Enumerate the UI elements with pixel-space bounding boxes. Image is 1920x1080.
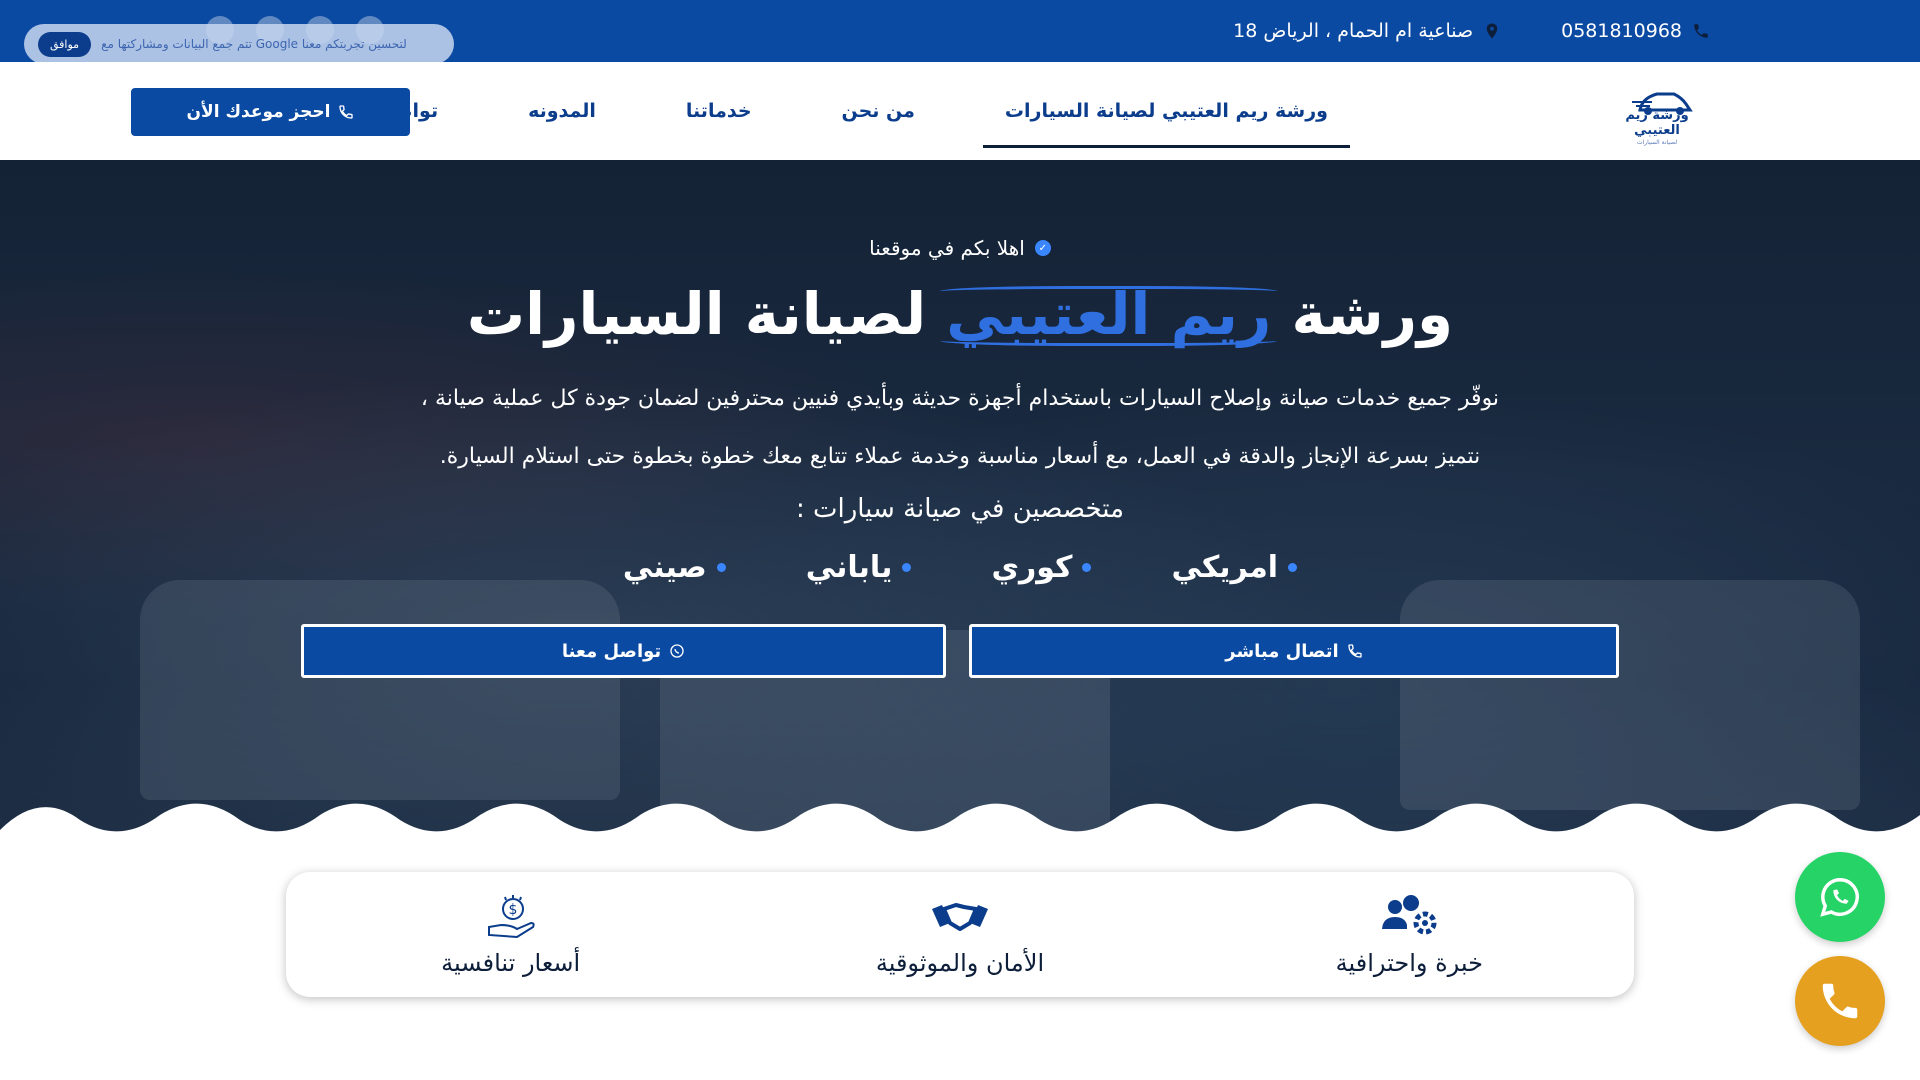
logo[interactable]: ورشة ريم العتيبي لصيانة السيارات — [1602, 80, 1712, 146]
nav-item-about[interactable]: من نحن — [820, 90, 937, 132]
bullet-icon — [1288, 563, 1298, 572]
phone-icon — [1348, 644, 1362, 658]
contact-us-button[interactable]: تواصل معنا — [301, 624, 946, 678]
call-float-button[interactable] — [1795, 956, 1885, 1046]
location-pin-icon — [1486, 23, 1498, 39]
specialty-text: متخصصين في صيانة سيارات : — [795, 494, 1125, 524]
hero-title-post: لصيانة السيارات — [466, 280, 947, 348]
book-appointment-button[interactable]: احجز موعدك الأن — [131, 88, 410, 136]
brand-list: امريكي كوري ياباني صيني — [0, 550, 1920, 585]
wave-divider — [0, 803, 1920, 860]
cookie-text: تتم جمع البيانات ومشاركتها مع Google لتح… — [101, 37, 407, 51]
feature-experience: خبرة واحترافية — [1259, 893, 1559, 977]
phone-icon — [339, 105, 354, 119]
main-nav: ورشة ريم العتيبي لصيانة السيارات من نحن … — [311, 62, 1351, 160]
hero-description-1: نوفّر جميع خدمات صيانة وإصلاح السيارات ب… — [420, 386, 1500, 411]
whatsapp-float-button[interactable] — [1795, 852, 1885, 942]
feature-label: أسعار تنافسية — [441, 948, 581, 977]
money-hand-icon: $ — [487, 894, 535, 938]
svg-text:$: $ — [508, 902, 517, 918]
check-circle-icon: ✓ — [1034, 240, 1051, 256]
brand-item: ياباني — [806, 550, 912, 585]
nav-item-home[interactable]: ورشة ريم العتيبي لصيانة السيارات — [982, 90, 1351, 148]
bullet-icon — [1082, 563, 1092, 572]
address-text: 18 صناعية ام الحمام ، الرياض — [1233, 20, 1474, 42]
brand-item: صيني — [623, 550, 726, 585]
contact-info: 18 صناعية ام الحمام ، الرياض 0581810968 — [1233, 0, 1710, 62]
bullet-icon — [716, 563, 726, 572]
whatsapp-icon — [1820, 878, 1859, 917]
feature-prices: $ أسعار تنافسية — [361, 893, 661, 977]
brand-item: امريكي — [1171, 550, 1298, 585]
handshake-icon — [931, 902, 988, 931]
direct-call-label: اتصال مباشر — [1225, 640, 1339, 662]
header: ورشة ريم العتيبي لصيانة السيارات ورشة ري… — [0, 62, 1920, 160]
phone-text[interactable]: 0581810968 — [1561, 20, 1682, 42]
users-gear-icon — [1382, 894, 1437, 934]
bullet-icon — [902, 563, 912, 572]
brand-item: كوري — [991, 550, 1092, 585]
hero-title: ورشة ريم العتيبي لصيانة السيارات — [0, 280, 1920, 348]
logo-subcaption: لصيانة السيارات — [1636, 139, 1678, 146]
hero-title-highlight: ريم العتيبي — [940, 280, 1278, 348]
whatsapp-icon — [670, 644, 684, 658]
features-card: خبرة واحترافية الأمان والموثوقية $ أسعار… — [286, 872, 1634, 997]
feature-label: الأمان والموثوقية — [875, 948, 1045, 977]
direct-call-button[interactable]: اتصال مباشر — [969, 624, 1619, 678]
welcome-text: اهلا بكم في موقعنا — [869, 236, 1025, 260]
phone-icon — [1822, 983, 1858, 1019]
feature-label: خبرة واحترافية — [1335, 948, 1483, 977]
phone-icon — [1694, 24, 1708, 38]
welcome-line: اهلا بكم في موقعنا ✓ — [0, 236, 1920, 260]
cookie-accept-button[interactable]: موافق — [38, 31, 92, 57]
hero-description-2: نتميز بسرعة الإنجاز والدقة في العمل، مع … — [439, 444, 1481, 469]
feature-safety: الأمان والموثوقية — [810, 893, 1110, 977]
hero-title-pre: ورشة — [1271, 280, 1454, 348]
book-appointment-label: احجز موعدك الأن — [186, 102, 331, 122]
cookie-banner: موافق تتم جمع البيانات ومشاركتها مع Goog… — [24, 24, 454, 64]
nav-item-services[interactable]: خدماتنا — [664, 90, 774, 132]
address-info: 18 صناعية ام الحمام ، الرياض — [1233, 20, 1501, 42]
nav-item-blog[interactable]: المدونه — [506, 90, 618, 132]
contact-us-label: تواصل معنا — [561, 640, 662, 662]
hero-section: اهلا بكم في موقعنا ✓ ورشة ريم العتيبي لص… — [0, 160, 1920, 860]
phone-info[interactable]: 0581810968 — [1561, 20, 1710, 42]
logo-caption: ورشة ريم العتيبي — [1625, 108, 1689, 138]
